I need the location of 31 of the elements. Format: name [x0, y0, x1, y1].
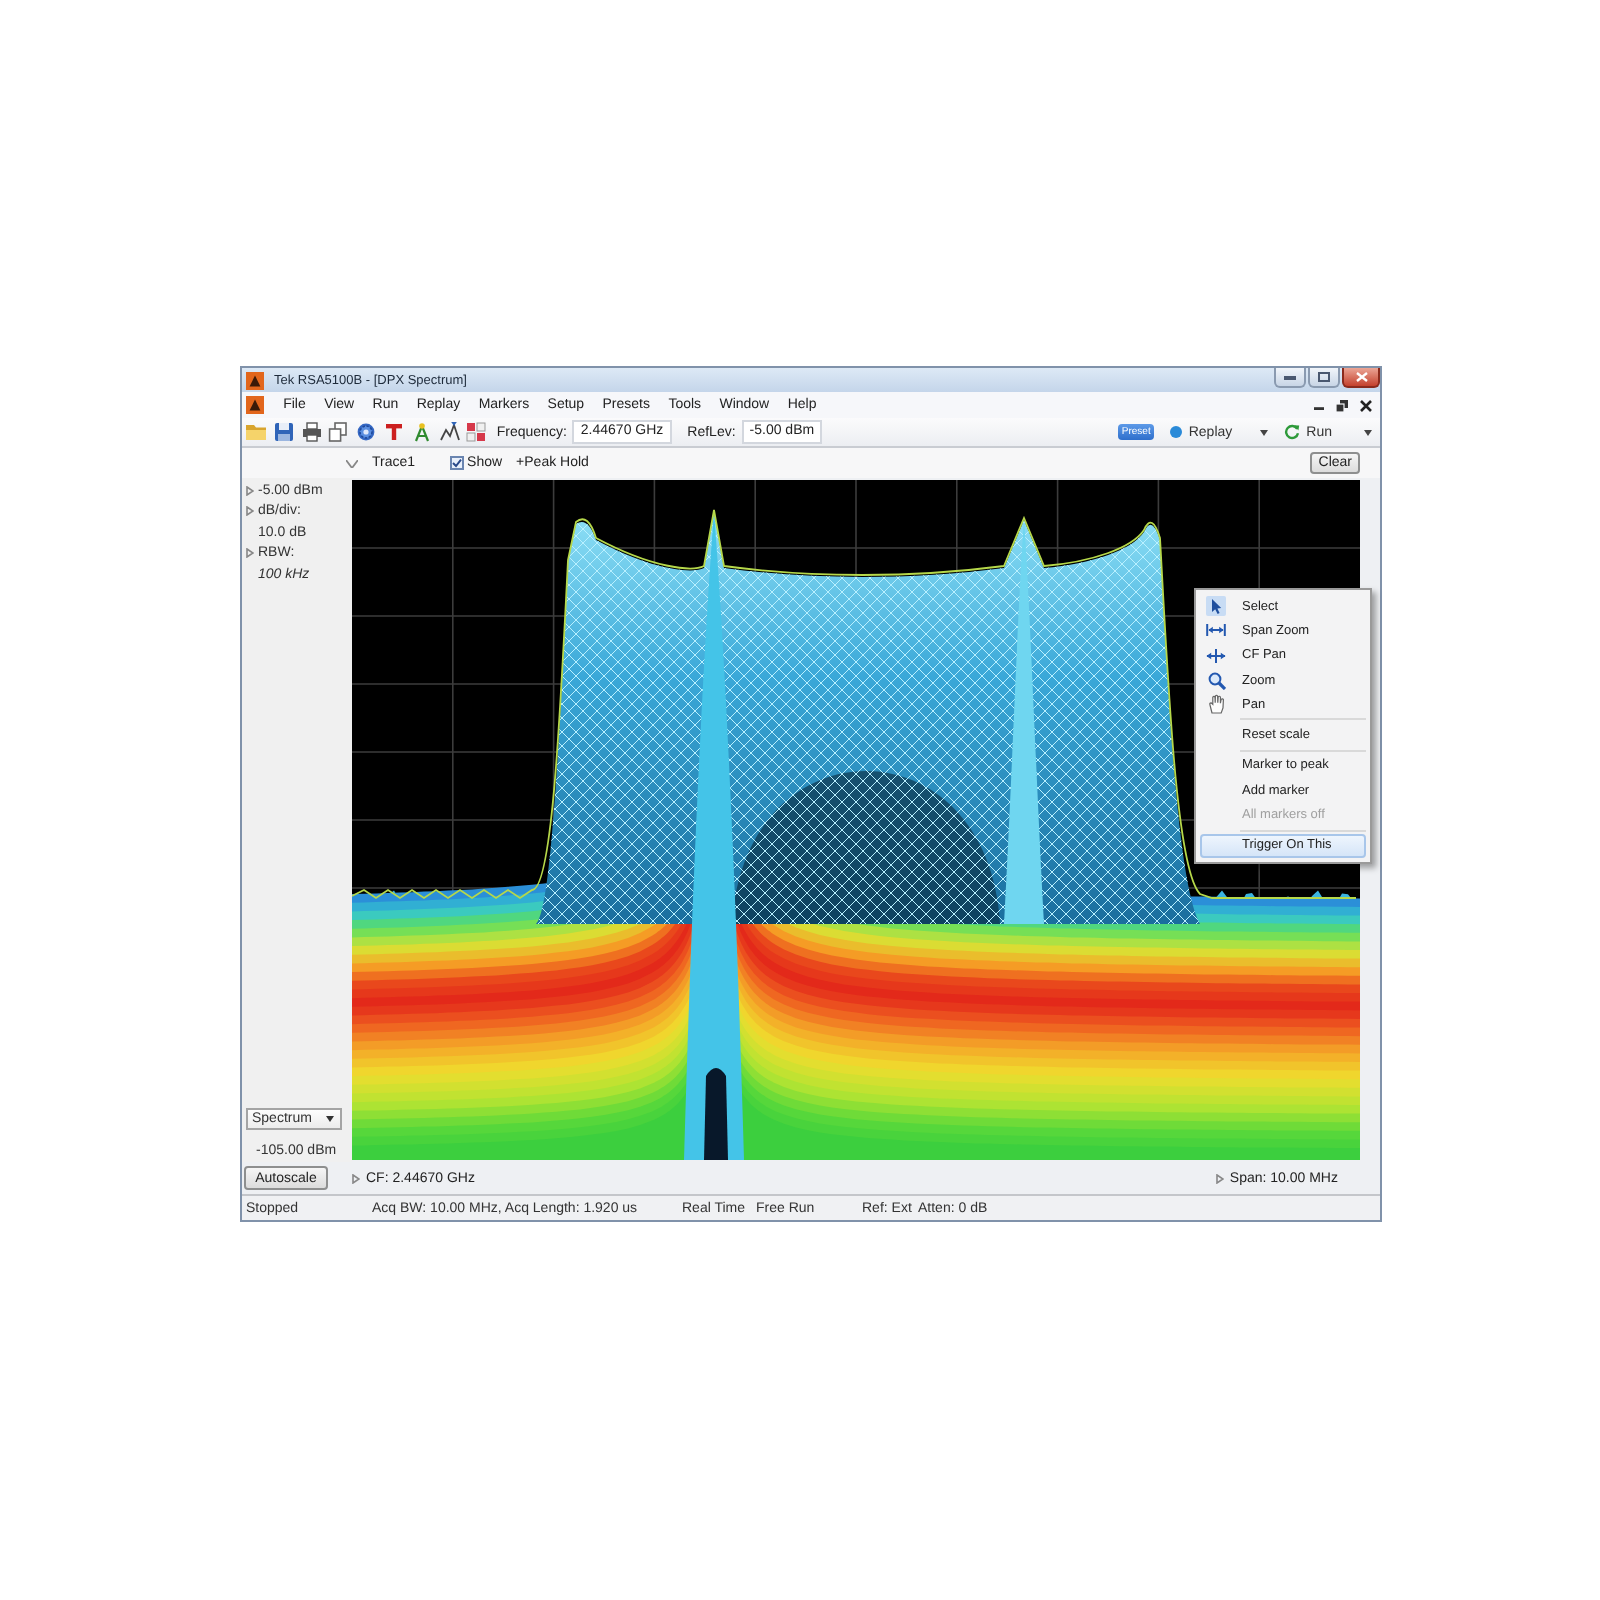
caret-icon: [326, 1116, 334, 1122]
double-arrow-icon: [1206, 622, 1226, 639]
expand-arrow-icon[interactable]: [1215, 1173, 1224, 1183]
caret-icon[interactable]: [1260, 429, 1269, 435]
show-checkbox[interactable]: [449, 456, 464, 470]
dot-icon: [1170, 426, 1183, 438]
circular-arrow-icon: [1284, 424, 1301, 440]
app-logo-icon: [246, 371, 264, 389]
t-shape-icon[interactable]: [383, 422, 404, 442]
peak-marker-icon[interactable]: [439, 422, 460, 442]
close-icon: [1355, 372, 1367, 382]
gear-icon[interactable]: [356, 422, 377, 442]
copy-icon[interactable]: [328, 422, 349, 442]
restore-icon[interactable]: [1336, 399, 1348, 411]
cursor-arrow-icon: [1206, 596, 1226, 617]
center-line-arrows-icon: [1206, 647, 1226, 664]
expand-arrow-icon[interactable]: [246, 548, 254, 559]
antenna-icon[interactable]: [411, 422, 432, 442]
minimize-button[interactable]: [1274, 368, 1306, 388]
maximize-button[interactable]: [1308, 368, 1340, 388]
expand-arrow-icon[interactable]: [352, 1173, 360, 1183]
color-grid-icon[interactable]: [466, 422, 487, 442]
minimize-icon: [1284, 375, 1296, 379]
close-button[interactable]: [1342, 368, 1380, 388]
caret-icon[interactable]: [1364, 429, 1372, 435]
app-logo-icon: [246, 396, 264, 414]
hand-icon: [1207, 694, 1225, 715]
search-icon: [1207, 671, 1225, 690]
printer-icon[interactable]: [301, 422, 322, 442]
close-icon[interactable]: [1360, 399, 1372, 411]
maximize-icon: [1318, 372, 1330, 382]
